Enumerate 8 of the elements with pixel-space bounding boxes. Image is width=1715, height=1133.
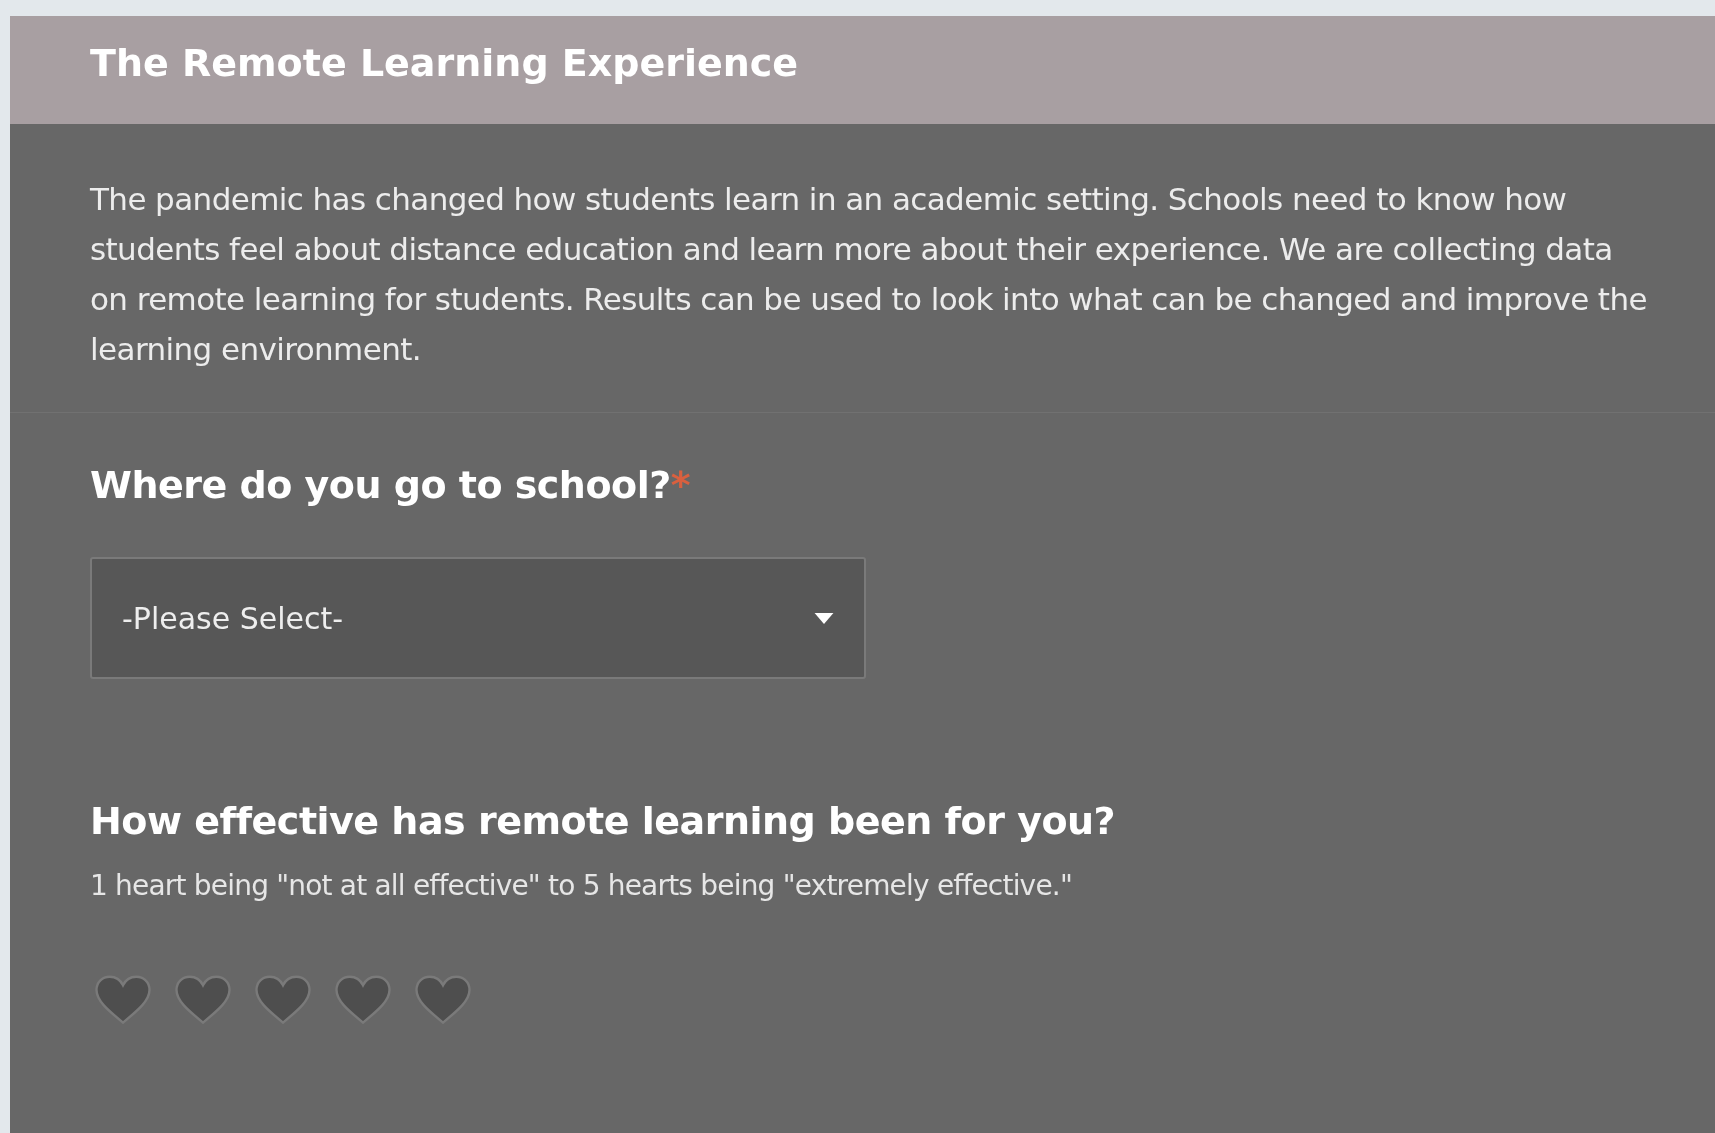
form-title: The Remote Learning Experience (90, 41, 799, 85)
form-description: The pandemic has changed how students learn in an academic setting. Schools need to know how students feel about distance education and learn more about their experience. We are collecting data on remote learning for students. Results can be used to look into what can be changed and improve the learning environment. (90, 180, 1648, 369)
question-label: Where do you go to school? (90, 463, 671, 507)
caret-icon (814, 612, 834, 624)
required-mark: * (670, 463, 691, 507)
school-dropdown[interactable]: -Please Select- (90, 557, 866, 679)
question-label: How effective has remote learning been for you? (90, 799, 1116, 843)
question-hint: 1 heart being "not at all effective" to 5 hearts being "extremely effective." (90, 869, 1073, 902)
